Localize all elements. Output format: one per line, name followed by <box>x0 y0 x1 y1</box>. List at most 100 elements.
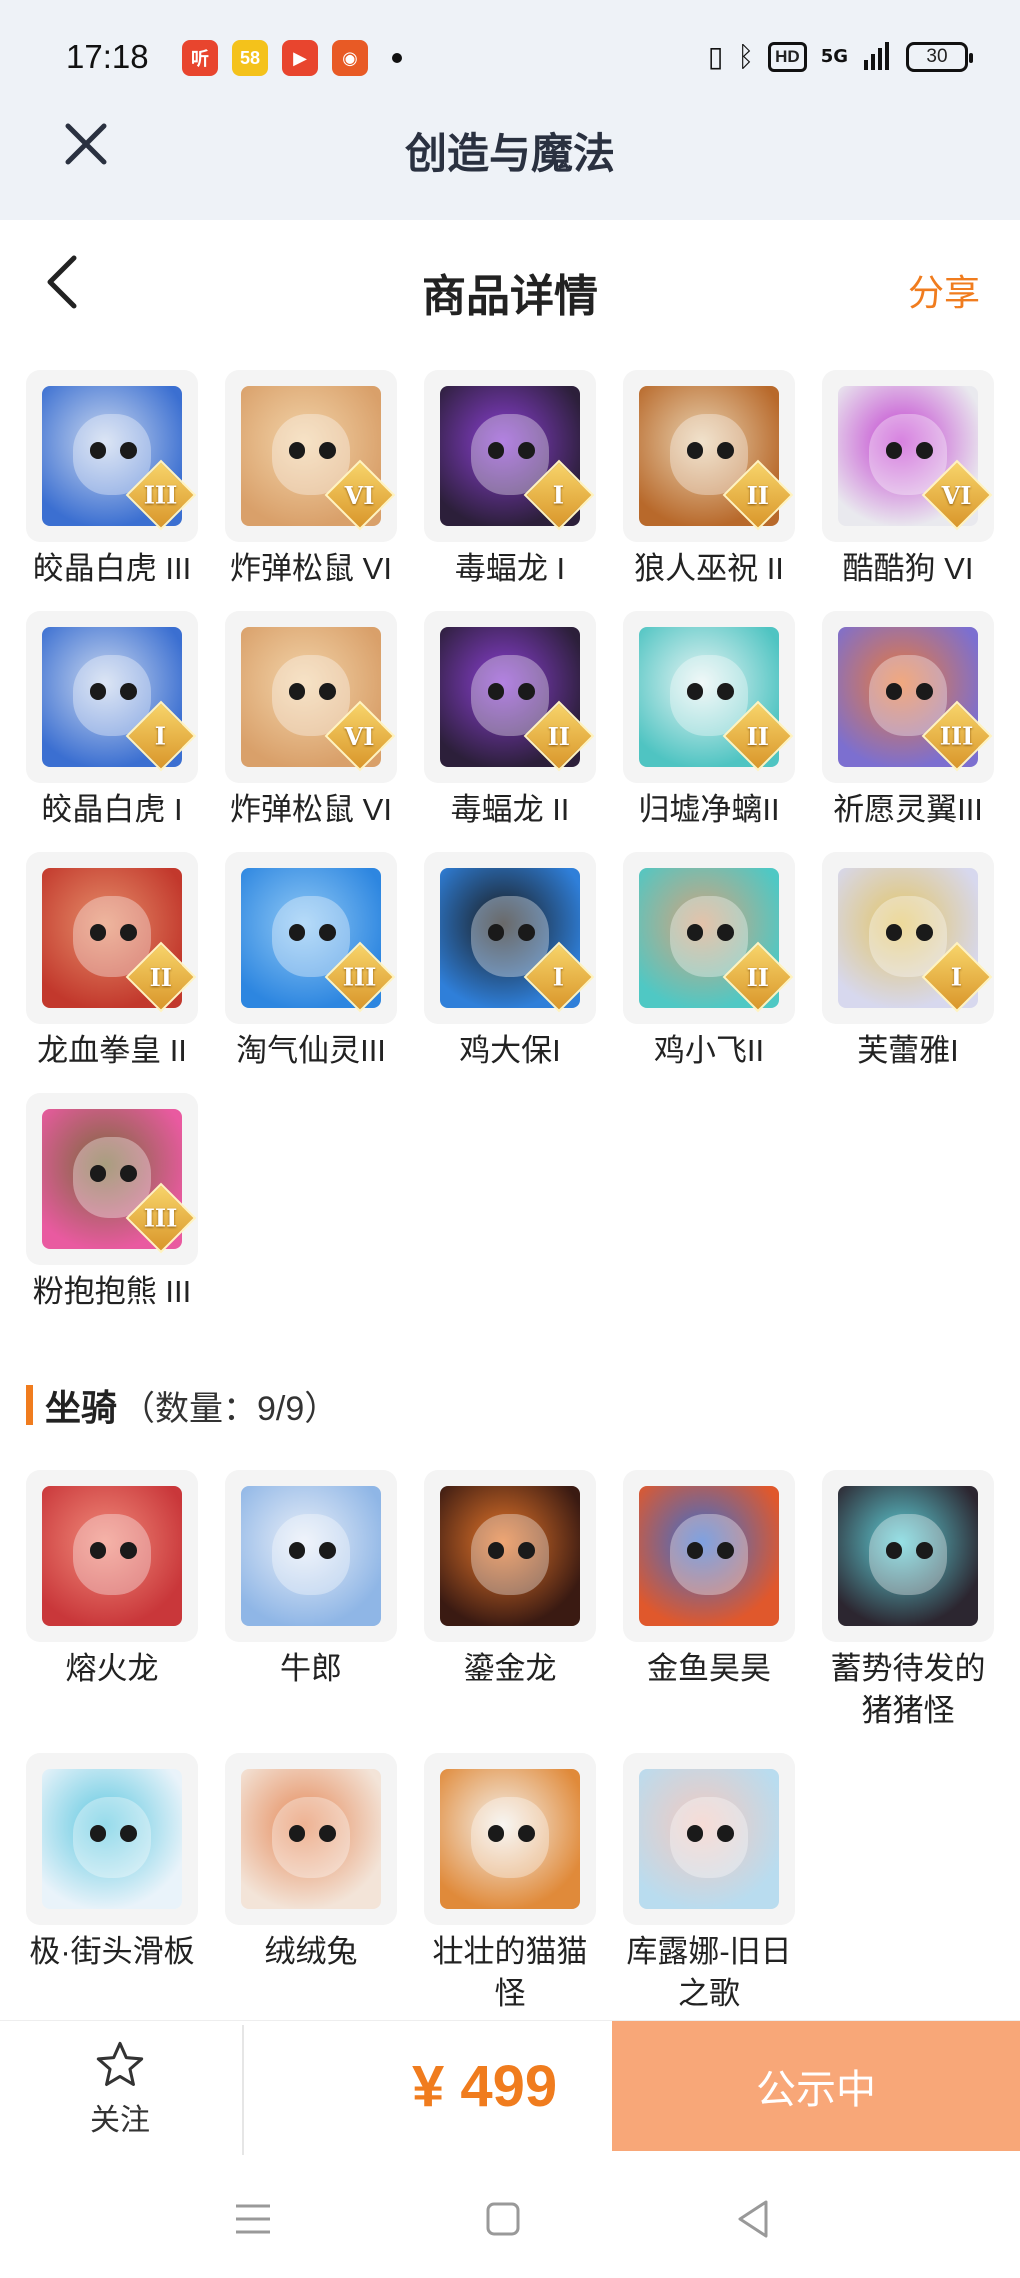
item-thumbnail <box>424 1470 596 1642</box>
mount-item[interactable]: 熔火龙 <box>26 1470 198 1753</box>
pet-item[interactable]: VI 酷酷狗 VI <box>822 370 994 611</box>
item-thumbnail <box>26 1753 198 1925</box>
mount-item[interactable]: 鎏金龙 <box>424 1470 596 1753</box>
pet-item[interactable]: II 归墟净螭II <box>623 611 795 852</box>
character-image <box>639 1486 779 1626</box>
rank-numeral: II <box>746 721 770 751</box>
rank-numeral: VI <box>345 480 375 510</box>
mount-grid: 熔火龙 牛郎 鎏金龙 金鱼昊昊 蓄势待发的猪猪怪极·街头滑板 绒绒兔 壮壮的猫猫怪 库露娜-旧… <box>26 1470 1006 2036</box>
back-nav-icon[interactable] <box>728 2194 778 2244</box>
pet-item[interactable]: I 芙蕾雅I <box>822 852 994 1093</box>
character-image <box>639 1769 779 1909</box>
item-thumbnail: III <box>225 852 397 1024</box>
item-thumbnail <box>26 1470 198 1642</box>
pet-item[interactable]: II 龙血拳皇 II <box>26 852 198 1093</box>
pet-item[interactable]: I 皎晶白虎 I <box>26 611 198 852</box>
item-thumbnail: I <box>822 852 994 1024</box>
page-header: 商品详情 分享 <box>0 220 1020 350</box>
item-label: 酷酷狗 VI <box>842 551 974 586</box>
mount-item[interactable]: 绒绒兔 <box>225 1753 397 2036</box>
item-label: 粉抱抱熊 III <box>32 1274 192 1309</box>
item-thumbnail: II <box>26 852 198 1024</box>
character-image <box>241 1486 381 1626</box>
item-thumbnail <box>623 1753 795 1925</box>
mount-item[interactable]: 金鱼昊昊 <box>623 1470 795 1753</box>
rank-numeral: III <box>144 1203 178 1233</box>
notification-icons: 听 58 ▶ ◉ <box>182 40 402 76</box>
pet-item[interactable]: II 鸡小飞II <box>623 852 795 1093</box>
publicity-status-button[interactable]: 公示中 <box>612 2021 1020 2151</box>
pet-item[interactable]: I 毒蝠龙 I <box>424 370 596 611</box>
bluetooth-icon: ᛒ <box>737 40 755 73</box>
item-thumbnail: II <box>623 370 795 542</box>
item-thumbnail: II <box>623 852 795 1024</box>
share-button[interactable]: 分享 <box>908 264 980 316</box>
rank-numeral: I <box>155 721 167 751</box>
pumpkin-app-icon: ◉ <box>332 40 368 76</box>
pet-item[interactable]: III 皎晶白虎 III <box>26 370 198 611</box>
rank-numeral: I <box>553 962 565 992</box>
pet-item[interactable]: II 毒蝠龙 II <box>424 611 596 852</box>
action-bar: 关注 ¥ 499 公示中 <box>0 2020 1020 2155</box>
item-label: 牛郎 <box>280 1651 342 1686</box>
home-icon[interactable] <box>478 2194 528 2244</box>
section-count: （数量：9/9） <box>121 1389 339 1428</box>
character-image <box>440 1486 580 1626</box>
top-area: 17:18 听 58 ▶ ◉ ▯ ᛒ HD 5G 30 创造与魔法 <box>0 0 1020 220</box>
item-thumbnail <box>424 1753 596 1925</box>
pet-item[interactable]: III 粉抱抱熊 III <box>26 1093 198 1334</box>
pet-item[interactable]: VI 炸弹松鼠 VI <box>225 611 397 852</box>
ting-app-icon: 听 <box>182 40 218 76</box>
item-thumbnail: VI <box>822 370 994 542</box>
item-thumbnail: III <box>26 370 198 542</box>
item-label: 绒绒兔 <box>264 1934 358 1969</box>
app-title-bar: 创造与魔法 <box>0 110 1020 190</box>
divider <box>242 2025 244 2155</box>
item-label: 芙蕾雅I <box>857 1033 959 1068</box>
rank-numeral: II <box>149 962 173 992</box>
pet-item[interactable]: III 祈愿灵翼III <box>822 611 994 852</box>
item-thumbnail: I <box>424 370 596 542</box>
vibrate-icon: ▯ <box>707 40 724 73</box>
mount-item[interactable]: 极·街头滑板 <box>26 1753 198 2036</box>
character-image <box>241 1769 381 1909</box>
section-accent-bar <box>26 1385 33 1425</box>
hd-badge: HD <box>768 41 807 72</box>
rank-numeral: III <box>343 962 377 992</box>
item-thumbnail: I <box>26 611 198 783</box>
rank-numeral: VI <box>345 721 375 751</box>
mount-item[interactable]: 库露娜-旧日之歌 <box>623 1753 795 2036</box>
mount-item[interactable]: 蓄势待发的猪猪怪 <box>822 1470 994 1753</box>
menu-icon[interactable] <box>228 2194 278 2244</box>
status-bar: 17:18 听 58 ▶ ◉ ▯ ᛒ HD 5G 30 <box>0 30 1020 90</box>
mount-item[interactable]: 壮壮的猫猫怪 <box>424 1753 596 2036</box>
character-image <box>838 1486 978 1626</box>
item-thumbnail: I <box>424 852 596 1024</box>
item-label: 极·街头滑板 <box>29 1934 195 1969</box>
pet-item[interactable]: II 狼人巫祝 II <box>623 370 795 611</box>
follow-button[interactable]: 关注 <box>60 2039 180 2139</box>
pet-grid: III 皎晶白虎 III VI 炸弹松鼠 VI I 毒蝠龙 I II 狼人巫祝 II VI 酷酷狗… <box>26 370 1006 1334</box>
item-label: 鎏金龙 <box>463 1651 557 1686</box>
status-time: 17:18 <box>66 38 149 75</box>
follow-label: 关注 <box>90 2104 150 2137</box>
item-label: 龙血拳皇 II <box>37 1033 187 1068</box>
item-label: 皎晶白虎 III <box>32 551 192 586</box>
battery-icon: 30 <box>906 41 973 72</box>
pet-item[interactable]: III 淘气仙灵III <box>225 852 397 1093</box>
video-app-icon: ▶ <box>282 40 318 76</box>
item-thumbnail: VI <box>225 611 397 783</box>
pet-item[interactable]: VI 炸弹松鼠 VI <box>225 370 397 611</box>
character-image <box>42 1769 182 1909</box>
item-label: 熔火龙 <box>65 1651 159 1686</box>
item-thumbnail: II <box>623 611 795 783</box>
character-image <box>42 1486 182 1626</box>
pet-item[interactable]: I 鸡大保I <box>424 852 596 1093</box>
mounts-section-header: 坐骑 （数量：9/9） <box>26 1380 338 1430</box>
price: ¥ 499 <box>412 2054 558 2119</box>
item-label: 毒蝠龙 II <box>450 792 570 827</box>
network-type: 5G <box>820 46 848 67</box>
item-label: 壮壮的猫猫怪 <box>432 1934 588 2011</box>
item-label: 皎晶白虎 I <box>41 792 183 827</box>
mount-item[interactable]: 牛郎 <box>225 1470 397 1753</box>
